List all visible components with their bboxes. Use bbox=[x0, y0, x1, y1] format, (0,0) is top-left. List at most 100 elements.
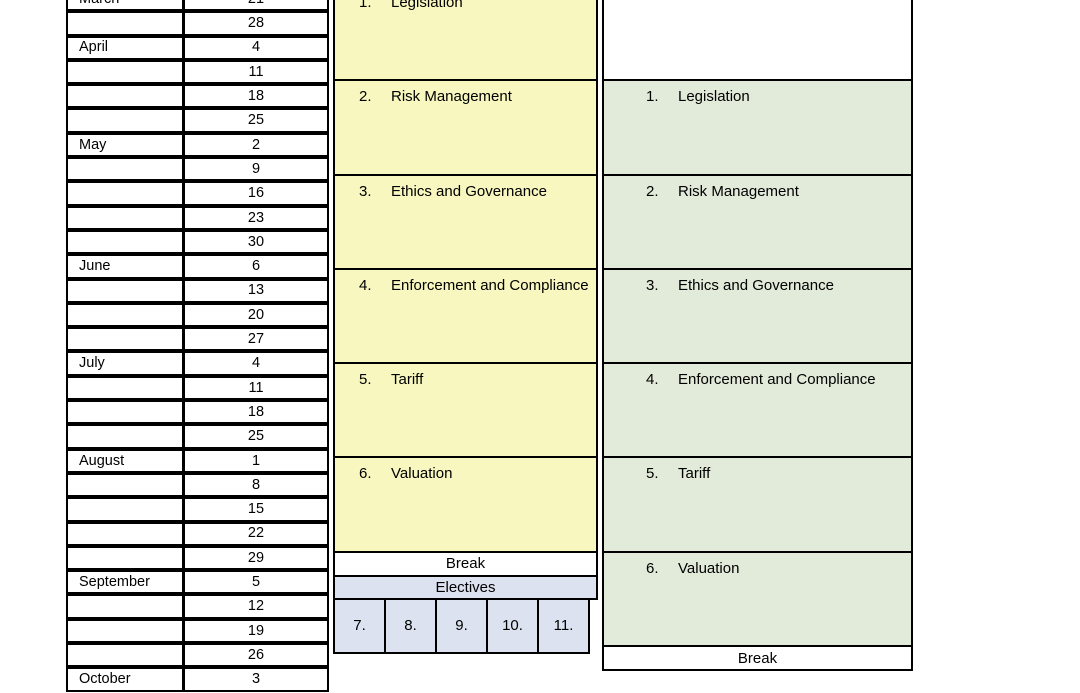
day-cell: 25 bbox=[183, 108, 329, 133]
table-row: 15 bbox=[66, 497, 330, 522]
month-cell bbox=[66, 59, 184, 85]
module-number: 3. bbox=[359, 182, 372, 200]
break-cell: Break bbox=[333, 550, 598, 577]
month-cell: October bbox=[66, 667, 184, 692]
month-cell bbox=[66, 497, 184, 522]
day-cell: 28 bbox=[183, 11, 329, 36]
table-row: 11 bbox=[66, 59, 330, 85]
month-cell: September bbox=[66, 570, 184, 595]
module-number: 5. bbox=[359, 371, 372, 389]
module-number: 6. bbox=[646, 559, 659, 577]
module-title: Valuation bbox=[678, 559, 740, 577]
module-block: 3. Ethics and Governance bbox=[602, 267, 913, 365]
month-cell bbox=[66, 108, 184, 133]
day-cell: 20 bbox=[183, 302, 329, 328]
day-cell: 21 bbox=[183, 0, 329, 12]
module-block: 4. Enforcement and Compliance bbox=[333, 267, 598, 365]
module-number: 5. bbox=[646, 465, 659, 483]
module-title: Tariff bbox=[678, 465, 711, 483]
month-cell bbox=[66, 643, 184, 668]
day-cell: 5 bbox=[183, 570, 329, 595]
calendar-grid: March 21 28 April 4 11 18 25 May 2 bbox=[66, 0, 330, 693]
table-row: 12 bbox=[66, 594, 330, 619]
month-cell bbox=[66, 205, 184, 230]
month-cell bbox=[66, 84, 184, 109]
month-cell bbox=[66, 302, 184, 328]
day-cell: 23 bbox=[183, 205, 329, 230]
yellow-module-track: 1. Legislation 2. Risk Management 3. Eth… bbox=[333, 0, 598, 654]
module-title: Legislation bbox=[391, 0, 463, 11]
month-cell bbox=[66, 375, 184, 401]
table-row: May 2 bbox=[66, 132, 330, 158]
table-row: 22 bbox=[66, 521, 330, 547]
month-cell bbox=[66, 278, 184, 303]
module-title: Enforcement and Compliance bbox=[391, 276, 589, 294]
day-cell: 16 bbox=[183, 181, 329, 206]
module-block: 6. Valuation bbox=[333, 456, 598, 553]
module-title: Ethics and Governance bbox=[391, 182, 547, 200]
day-cell: 12 bbox=[183, 594, 329, 619]
module-number: 2. bbox=[646, 182, 659, 200]
module-number: 4. bbox=[646, 371, 659, 389]
break-cell: Break bbox=[602, 645, 913, 672]
table-row: 30 bbox=[66, 229, 330, 255]
table-row: June 6 bbox=[66, 254, 330, 279]
elective-cell: 8. bbox=[384, 597, 437, 654]
month-cell: April bbox=[66, 35, 184, 60]
day-cell: 11 bbox=[183, 375, 329, 401]
module-number: 1. bbox=[646, 88, 659, 106]
day-cell: 6 bbox=[183, 254, 329, 279]
day-cell: 4 bbox=[183, 35, 329, 60]
day-cell: 2 bbox=[183, 132, 329, 158]
table-row: 27 bbox=[66, 327, 330, 352]
month-cell bbox=[66, 11, 184, 36]
month-cell bbox=[66, 181, 184, 206]
module-block: 4. Enforcement and Compliance bbox=[602, 362, 913, 459]
elective-cell: 10. bbox=[486, 597, 539, 654]
module-title: Enforcement and Compliance bbox=[678, 371, 876, 389]
month-cell: August bbox=[66, 448, 184, 473]
day-cell: 26 bbox=[183, 643, 329, 668]
module-title: Risk Management bbox=[678, 182, 799, 200]
module-block: 1. Legislation bbox=[602, 79, 913, 176]
module-block: 3. Ethics and Governance bbox=[333, 173, 598, 270]
day-cell: 15 bbox=[183, 497, 329, 522]
day-cell: 29 bbox=[183, 545, 329, 571]
elective-cell: 11. bbox=[537, 597, 590, 654]
month-cell: May bbox=[66, 132, 184, 158]
table-row: 18 bbox=[66, 400, 330, 425]
month-cell bbox=[66, 327, 184, 352]
module-number: 6. bbox=[359, 465, 372, 483]
module-block: 2. Risk Management bbox=[602, 173, 913, 270]
table-row: September 5 bbox=[66, 570, 330, 595]
green-module-track: 1. Legislation 2. Risk Management 3. Eth… bbox=[602, 0, 913, 672]
day-cell: 11 bbox=[183, 59, 329, 85]
module-block: 5. Tariff bbox=[602, 456, 913, 553]
module-title: Risk Management bbox=[391, 88, 512, 106]
module-title: Valuation bbox=[391, 465, 453, 483]
table-row: 29 bbox=[66, 545, 330, 571]
day-cell: 19 bbox=[183, 618, 329, 644]
module-number: 1. bbox=[359, 0, 372, 11]
month-cell bbox=[66, 472, 184, 498]
table-row: 23 bbox=[66, 205, 330, 231]
table-row: 25 bbox=[66, 424, 330, 449]
month-cell: July bbox=[66, 351, 184, 376]
table-row: 11 bbox=[66, 375, 330, 401]
table-row: 25 bbox=[66, 108, 330, 133]
module-number: 4. bbox=[359, 276, 372, 294]
electives-row: 7. 8. 9. 10. 11. bbox=[333, 597, 598, 654]
module-number: 3. bbox=[646, 276, 659, 294]
table-row: 20 bbox=[66, 302, 330, 328]
table-row: 28 bbox=[66, 11, 330, 36]
day-cell: 18 bbox=[183, 400, 329, 425]
month-cell bbox=[66, 424, 184, 449]
module-number: 2. bbox=[359, 88, 372, 106]
day-cell: 25 bbox=[183, 424, 329, 449]
schedule-table: March 21 28 April 4 11 18 25 May 2 bbox=[0, 0, 1080, 692]
day-cell: 8 bbox=[183, 472, 329, 498]
module-block: 5. Tariff bbox=[333, 362, 598, 459]
day-cell: 22 bbox=[183, 521, 329, 546]
day-cell: 18 bbox=[183, 84, 329, 109]
table-row: 8 bbox=[66, 472, 330, 498]
